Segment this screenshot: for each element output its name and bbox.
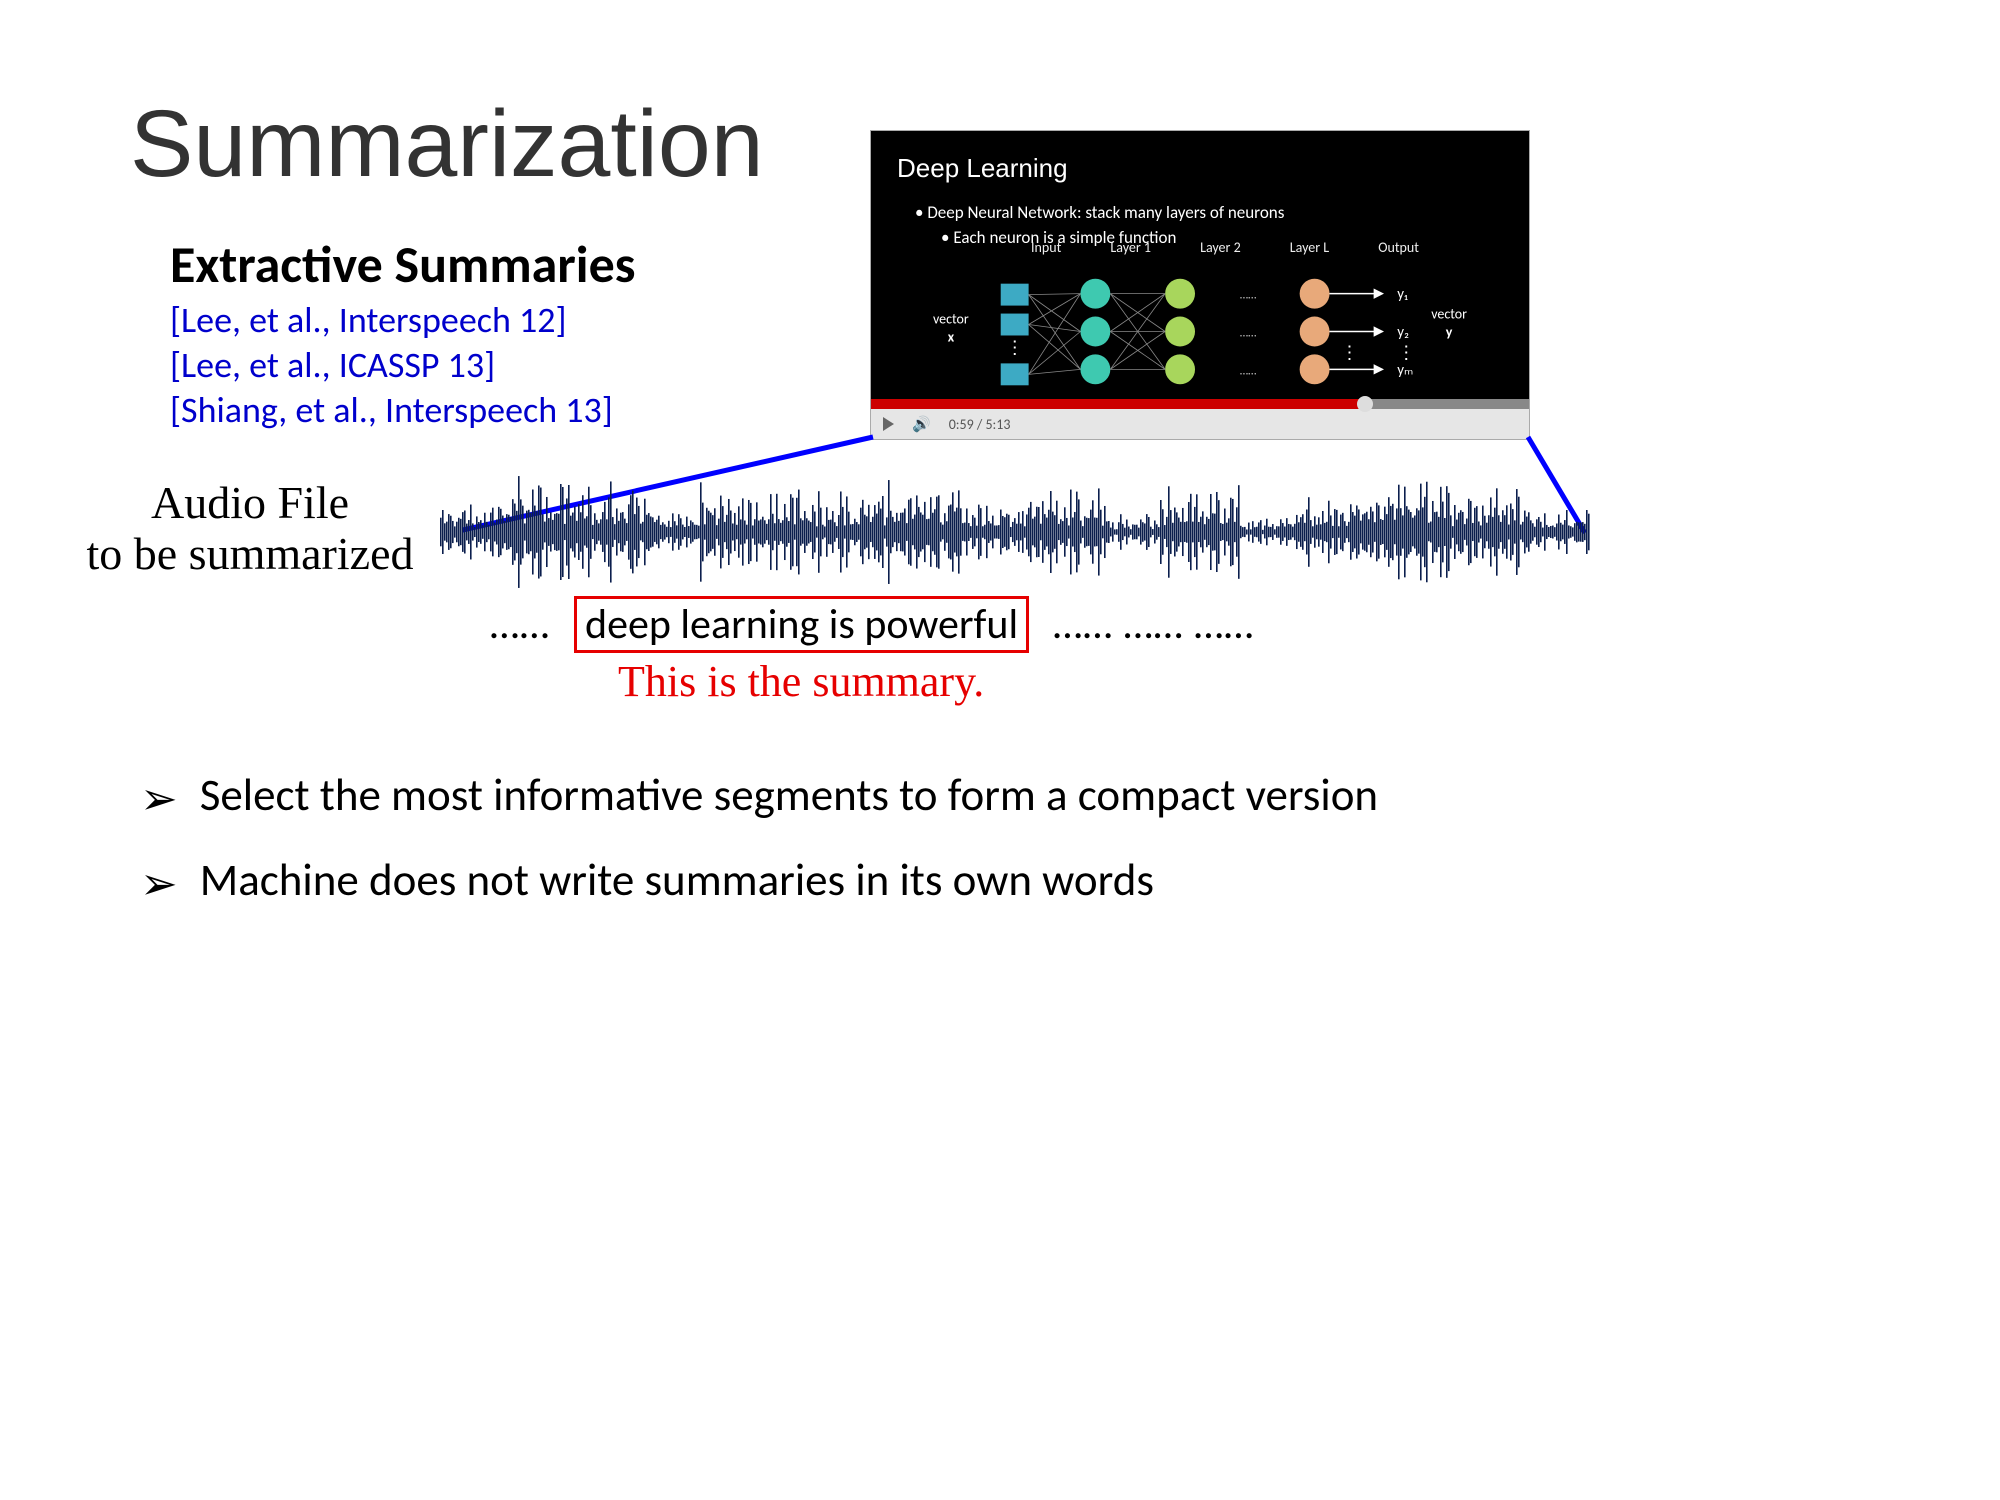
arrow-icon: ➢	[140, 855, 178, 916]
bullet-text: Select the most informative segments to …	[200, 766, 1378, 827]
audio-label-line: to be summarized	[86, 528, 413, 579]
bullet-item: ➢ Machine does not write summaries in it…	[140, 851, 1850, 916]
svg-text:y₂: y₂	[1397, 323, 1409, 341]
video-time: 0:59 / 5:13	[949, 416, 1011, 433]
nn-layer-labels: Input Layer 1 Layer 2 Layer L Output	[921, 239, 1479, 256]
play-icon[interactable]	[883, 417, 894, 431]
svg-text:⋮: ⋮	[1341, 341, 1359, 363]
video-thumbnail: Deep Learning • Deep Neural Network: sta…	[870, 130, 1530, 440]
svg-text:⋮: ⋮	[1397, 341, 1415, 363]
citation: [Lee, et al., ICASSP 13]	[170, 343, 613, 388]
svg-text:……: ……	[1240, 364, 1256, 378]
svg-text:y: y	[1446, 323, 1453, 340]
audio-file-label: Audio File to be summarized	[50, 478, 450, 579]
summary-caption: This is the summary.	[618, 656, 984, 707]
nn-label: Layer 1	[1110, 239, 1151, 256]
video-controls: 🔊 0:59 / 5:13	[871, 409, 1529, 439]
svg-text:x: x	[948, 328, 955, 345]
video-bullet-text: Deep Neural Network: stack many layers o…	[927, 202, 1284, 223]
arrow-icon: ➢	[140, 770, 178, 831]
subtitle: Extractive Summaries	[170, 232, 636, 296]
video-bullet: • Deep Neural Network: stack many layers…	[915, 202, 1503, 223]
citation: [Lee, et al., Interspeech 12]	[170, 298, 613, 343]
bullet-text: Machine does not write summaries in its …	[200, 851, 1154, 912]
ellipsis: ……	[490, 599, 550, 650]
sound-icon[interactable]: 🔊	[912, 415, 931, 434]
citation: [Shiang, et al., Interspeech 13]	[170, 388, 613, 433]
nn-diagram: Input Layer 1 Layer 2 Layer L Output vec…	[921, 239, 1479, 389]
slide-title: Summarization	[130, 90, 764, 199]
nn-label: Layer L	[1290, 239, 1329, 256]
nn-label: Output	[1378, 239, 1419, 256]
transcript-row: …… deep learning is powerful …… …… ……	[490, 596, 1254, 653]
svg-text:yₘ: yₘ	[1397, 361, 1413, 379]
video-title: Deep Learning	[897, 153, 1503, 184]
progress-knob-icon[interactable]	[1357, 396, 1373, 412]
svg-text:……: ……	[1240, 289, 1256, 303]
svg-text:y₁: y₁	[1397, 286, 1408, 304]
nn-label: Input	[1031, 239, 1061, 256]
bullet-item: ➢ Select the most informative segments t…	[140, 766, 1850, 831]
svg-text:vector: vector	[933, 311, 969, 328]
video-slide: Deep Learning • Deep Neural Network: sta…	[871, 131, 1529, 399]
svg-text:vector: vector	[1431, 306, 1467, 323]
svg-text:……: ……	[1240, 326, 1256, 340]
audio-label-line: Audio File	[151, 477, 349, 528]
video-progress-bar[interactable]	[871, 399, 1529, 409]
citations-block: [Lee, et al., Interspeech 12] [Lee, et a…	[170, 298, 613, 433]
ellipsis: …… …… ……	[1053, 599, 1254, 650]
waveform-icon	[440, 475, 1590, 590]
summary-highlight-box: deep learning is powerful	[574, 596, 1029, 653]
bullet-list: ➢ Select the most informative segments t…	[140, 766, 1850, 936]
nn-svg: vector x ⋮ …… …… ……	[921, 256, 1479, 406]
nn-label: Layer 2	[1200, 239, 1241, 256]
svg-text:⋮: ⋮	[1006, 336, 1024, 358]
